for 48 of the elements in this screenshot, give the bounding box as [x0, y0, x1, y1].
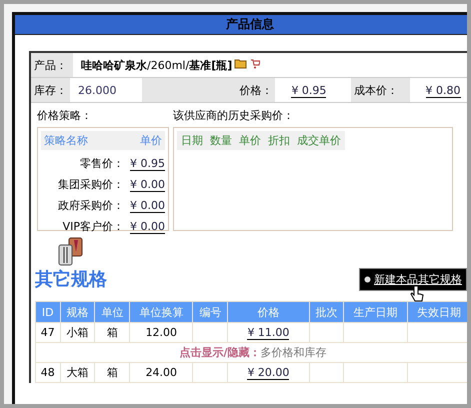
table-cell: 箱	[94, 322, 130, 342]
column-header: 单价	[140, 133, 162, 148]
price-link[interactable]: ¥ 0.00	[130, 220, 165, 234]
section-label: 价格策略：	[37, 108, 93, 123]
strategy-label: 零售价：	[80, 156, 124, 171]
price-link[interactable]: ¥ 0.00	[130, 198, 165, 212]
column-header: 策略名称	[44, 133, 88, 148]
column-header: 日期	[181, 133, 203, 148]
price-link[interactable]: ¥ 0.95	[130, 156, 165, 170]
column-header: 编号	[192, 302, 228, 322]
field-label: 价格：	[142, 78, 276, 102]
field-label: 产品：	[31, 53, 73, 77]
column-header: 数量	[210, 133, 232, 148]
table-cell: 24.00	[130, 362, 193, 382]
column-header: 成交单价	[297, 133, 341, 148]
dialog-title: 产品信息	[15, 15, 467, 35]
table-cell: 大箱	[60, 362, 95, 382]
column-header: 规格	[60, 302, 95, 322]
column-header: ID	[36, 302, 60, 322]
column-header: 单位	[94, 302, 130, 322]
table-cell: 48	[36, 362, 60, 382]
table-cell: 小箱	[60, 322, 95, 342]
column-header: 价格	[228, 302, 310, 322]
table-cell: 47	[36, 322, 60, 342]
cart-icon[interactable]	[250, 58, 260, 72]
column-header: 单位换算	[130, 302, 193, 322]
table-cell: 箱	[94, 362, 130, 382]
field-label: 成本价：	[350, 78, 410, 102]
toggle-link[interactable]: 点击显示/隐藏：	[179, 346, 261, 359]
column-header: 批次	[309, 302, 344, 322]
price-link[interactable]: ¥ 0.95	[291, 84, 326, 98]
section-heading: 其它规格	[35, 268, 107, 291]
table-cell: 12.00	[130, 322, 193, 342]
strategy-label: 集团采购价：	[58, 177, 124, 192]
price-link[interactable]: ¥ 0.80	[426, 84, 461, 98]
strategy-label: 政府采购价：	[58, 198, 124, 213]
product-name: 哇哈哈矿泉水/260ml/基准[瓶]	[80, 58, 232, 72]
column-header: 折扣	[268, 133, 290, 148]
stock-value: 26.000	[78, 84, 116, 96]
column-header: 单价	[239, 133, 261, 148]
toggle-description: 多价格和库存	[260, 346, 327, 359]
strategy-label: VIP客户价：	[62, 219, 124, 234]
column-header: 失效日期	[407, 302, 467, 322]
column-header: 生产日期	[344, 302, 408, 322]
section-label: 该供应商的历史采购价：	[173, 108, 295, 123]
field-label: 库存：	[31, 78, 70, 102]
shirts-icon	[57, 237, 83, 267]
price-link[interactable]: ¥ 0.00	[130, 178, 165, 192]
